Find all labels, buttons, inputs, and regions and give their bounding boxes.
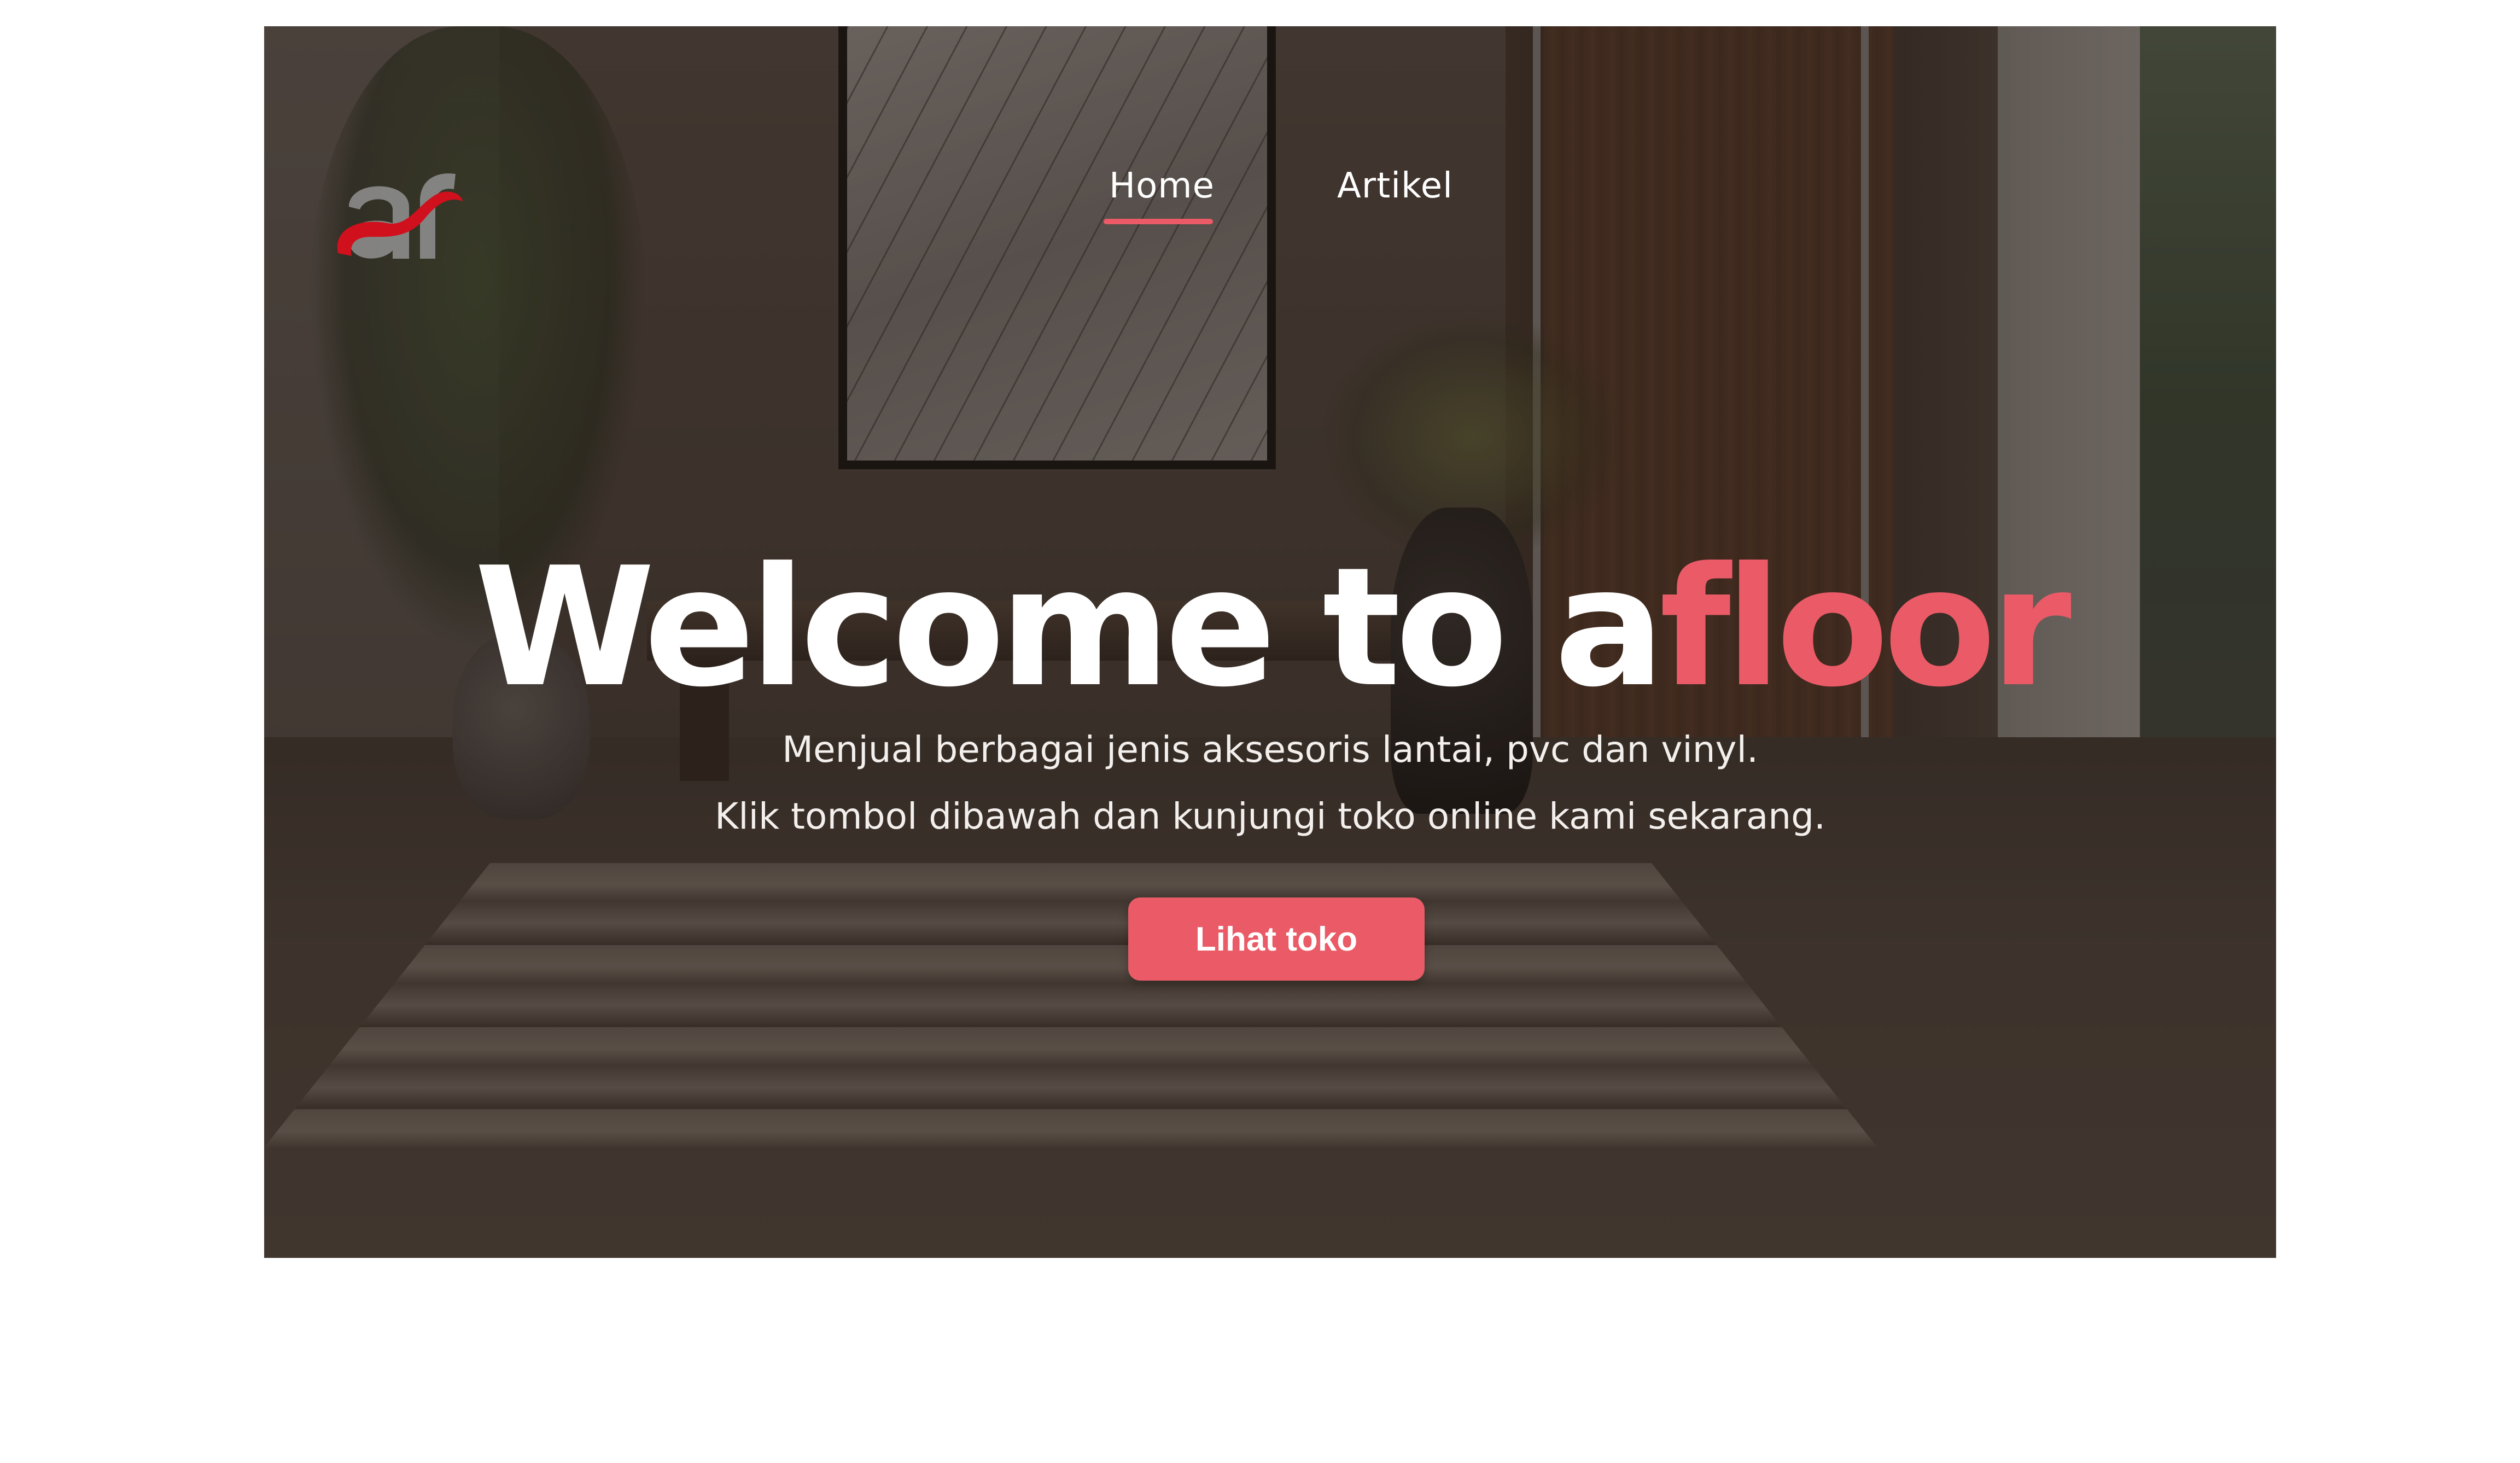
hero-subtitle-line-2: Klik tombol dibawah dan kunjungi toko on… [715,795,1825,837]
nav-active-underline [1104,219,1213,224]
headline-text-accent: floor [1659,532,2072,723]
hero-subtitle-line-1: Menjual berbagai jenis aksesoris lantai,… [782,728,1758,771]
visit-store-button[interactable]: Lihat toko [1128,897,1425,981]
headline-text-white: Welcome to a [474,532,1665,723]
hero-headline: Welcome to afloor [264,529,2276,726]
nav-item-home[interactable]: Home [1109,166,1215,206]
brand-logo[interactable] [327,141,464,278]
af-logo-icon [337,173,463,259]
hero-section: Home Artikel Welcome to afloor Menjual b… [264,26,2276,1258]
nav-item-artikel[interactable]: Artikel [1337,166,1453,206]
